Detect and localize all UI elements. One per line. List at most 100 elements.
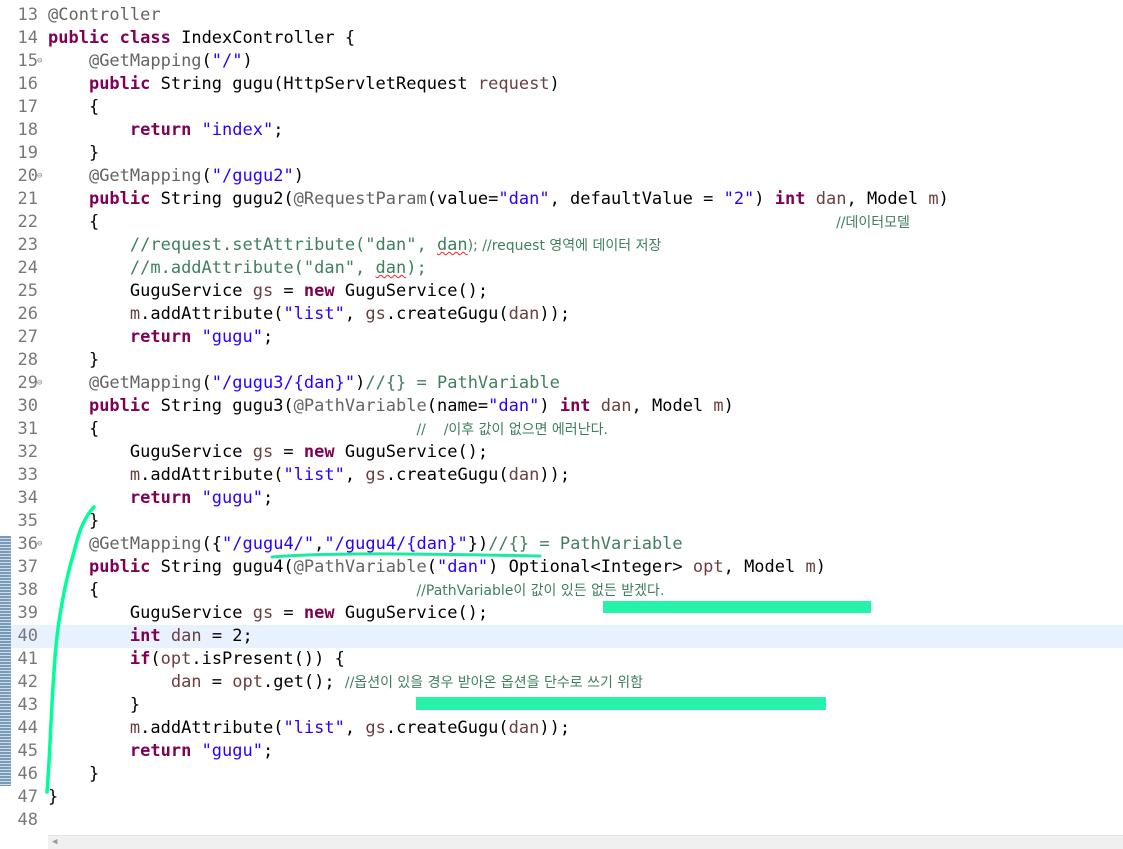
code-text[interactable]: public String gugu3(@PathVariable(name="… <box>48 395 734 418</box>
code-text[interactable]: @GetMapping("/gugu3/{dan}")//{} = PathVa… <box>48 372 560 395</box>
fold-toggle-icon[interactable]: ⊖ <box>37 50 42 73</box>
fold-toggle-icon[interactable]: ⊖ <box>37 533 42 556</box>
code-text[interactable]: { // /이후 값이 없으면 에러난다. <box>48 418 608 442</box>
horizontal-scrollbar[interactable]: ◀ <box>48 835 1123 849</box>
code-text[interactable]: return "gugu"; <box>48 740 273 763</box>
code-text[interactable]: } <box>48 763 99 786</box>
code-text[interactable]: public String gugu4(@PathVariable("dan")… <box>48 556 826 579</box>
code-line-35[interactable]: 35 } <box>0 510 1123 533</box>
code-token: ) <box>815 557 826 577</box>
code-line-37[interactable]: 37 public String gugu4(@PathVariable("da… <box>0 556 1123 579</box>
code-token: class <box>119 28 171 48</box>
code-token: "gugu" <box>201 327 263 347</box>
code-text[interactable]: } <box>48 694 140 717</box>
code-line-39[interactable]: 39 GuguService gs = new GuguService(); <box>0 602 1123 625</box>
code-line-43[interactable]: 43 } <box>0 694 1123 717</box>
code-token: "/gugu4/" <box>222 534 315 554</box>
code-token: , <box>344 304 366 324</box>
code-line-29[interactable]: 29 ⊖ @GetMapping("/gugu3/{dan}")//{} = Pa… <box>0 372 1123 395</box>
code-token: )); <box>539 718 571 738</box>
code-line-44[interactable]: 44 m.addAttribute("list", gs.createGugu(… <box>0 717 1123 740</box>
code-text[interactable]: int dan = 2; <box>48 625 253 648</box>
code-token: )); <box>539 465 571 485</box>
code-line-46[interactable]: 46 } <box>0 763 1123 786</box>
code-text[interactable]: return "index"; <box>48 119 284 142</box>
code-line-30[interactable]: 30 public String gugu3(@PathVariable(nam… <box>0 395 1123 418</box>
code-line-23[interactable]: 23 //request.setAttribute("dan", dan); /… <box>0 234 1123 257</box>
code-text[interactable]: GuguService gs = new GuguService(); <box>48 602 488 625</box>
code-line-22[interactable]: 22 { //데이터모델 <box>0 211 1123 234</box>
code-line-25[interactable]: 25 GuguService gs = new GuguService(); <box>0 280 1123 303</box>
scroll-left-icon[interactable]: ◀ <box>52 838 57 847</box>
code-line-38[interactable]: 38 { //PathVariable이 값이 있든 없든 받겠다. <box>0 579 1123 602</box>
code-line-47[interactable]: 47} <box>0 786 1123 809</box>
line-number: 22 <box>17 212 38 232</box>
code-text[interactable]: dan = opt.get(); //옵션이 있을 경우 받아온 옵션을 단수로… <box>48 671 643 695</box>
code-text[interactable]: } <box>48 349 99 372</box>
code-text[interactable]: if(opt.isPresent()) { <box>48 648 345 671</box>
code-line-20[interactable]: 20 ⊖ @GetMapping("/gugu2") <box>0 165 1123 188</box>
code-text[interactable]: public class IndexController { <box>48 27 355 50</box>
code-text[interactable]: GuguService gs = new GuguService(); <box>48 280 488 303</box>
code-text[interactable]: @Controller <box>48 4 161 27</box>
code-line-15[interactable]: 15 ⊖ @GetMapping("/") <box>0 50 1123 73</box>
line-number: 32 <box>17 442 38 462</box>
code-line-24[interactable]: 24 //m.addAttribute("dan", dan); <box>0 257 1123 280</box>
code-line-33[interactable]: 33 m.addAttribute("list", gs.createGugu(… <box>0 464 1123 487</box>
code-text[interactable]: @GetMapping("/gugu2") <box>48 165 304 188</box>
code-line-32[interactable]: 32 GuguService gs = new GuguService(); <box>0 441 1123 464</box>
code-text[interactable]: { <box>48 96 99 119</box>
fold-toggle-icon[interactable]: ⊖ <box>37 165 42 188</box>
code-token: public <box>48 28 110 48</box>
code-token: opt <box>160 649 192 669</box>
code-text[interactable]: return "gugu"; <box>48 487 273 510</box>
code-token: "dan" <box>436 557 489 577</box>
code-line-45[interactable]: 45 return "gugu"; <box>0 740 1123 763</box>
code-line-26[interactable]: 26 m.addAttribute("list", gs.createGugu(… <box>0 303 1123 326</box>
code-line-27[interactable]: 27 return "gugu"; <box>0 326 1123 349</box>
code-text[interactable]: m.addAttribute("list", gs.createGugu(dan… <box>48 717 570 740</box>
code-token: dan <box>170 672 202 692</box>
code-text[interactable]: { //PathVariable이 값이 있든 없든 받겠다. <box>48 579 664 603</box>
fold-toggle-icon[interactable]: ⊖ <box>37 372 42 395</box>
code-line-36[interactable]: 36 ⊖ @GetMapping({"/gugu4/","/gugu4/{dan}… <box>0 533 1123 556</box>
code-token: new <box>303 442 335 462</box>
code-text[interactable]: //request.setAttribute("dan", dan); //re… <box>48 234 661 258</box>
code-line-16[interactable]: 16 public String gugu(HttpServletRequest… <box>0 73 1123 96</box>
code-line-41[interactable]: 41 if(opt.isPresent()) { <box>0 648 1123 671</box>
code-text[interactable]: m.addAttribute("list", gs.createGugu(dan… <box>48 303 570 326</box>
code-text[interactable]: } <box>48 142 99 165</box>
code-line-18[interactable]: 18 return "index"; <box>0 119 1123 142</box>
code-line-31[interactable]: 31 { // /이후 값이 없으면 에러난다. <box>0 418 1123 441</box>
code-text[interactable]: return "gugu"; <box>48 326 273 349</box>
code-line-42[interactable]: 42 dan = opt.get(); //옵션이 있을 경우 받아온 옵션을 … <box>0 671 1123 694</box>
line-number: 13 <box>17 5 38 25</box>
code-line-17[interactable]: 17 { <box>0 96 1123 119</box>
code-editor[interactable]: 13 @Controller 14 public class IndexControl… <box>0 0 1123 835</box>
code-line-14[interactable]: 14 public class IndexController { <box>0 27 1123 50</box>
code-line-34[interactable]: 34 return "gugu"; <box>0 487 1123 510</box>
code-line-13[interactable]: 13 @Controller <box>0 4 1123 27</box>
code-text[interactable]: } <box>48 510 99 533</box>
code-text[interactable]: GuguService gs = new GuguService(); <box>48 441 488 464</box>
code-text[interactable]: //m.addAttribute("dan", dan); <box>48 257 427 280</box>
code-line-40[interactable]: 40 int dan = 2; <box>0 625 1123 648</box>
code-text[interactable]: } <box>48 786 58 809</box>
code-text[interactable]: public String gugu2(@RequestParam(value=… <box>48 188 949 211</box>
code-text[interactable]: @GetMapping("/") <box>48 50 253 73</box>
code-text[interactable]: public String gugu(HttpServletRequest re… <box>48 73 560 96</box>
code-line-21[interactable]: 21 public String gugu2(@RequestParam(val… <box>0 188 1123 211</box>
code-text[interactable]: @GetMapping({"/gugu4/","/gugu4/{dan}"})/… <box>48 533 683 556</box>
code-line-19[interactable]: 19 } <box>0 142 1123 165</box>
code-text[interactable]: { //데이터모델 <box>48 211 910 235</box>
code-line-28[interactable]: 28 } <box>0 349 1123 372</box>
code-text[interactable]: m.addAttribute("list", gs.createGugu(dan… <box>48 464 570 487</box>
code-line-48[interactable]: 48 <box>0 809 1123 832</box>
